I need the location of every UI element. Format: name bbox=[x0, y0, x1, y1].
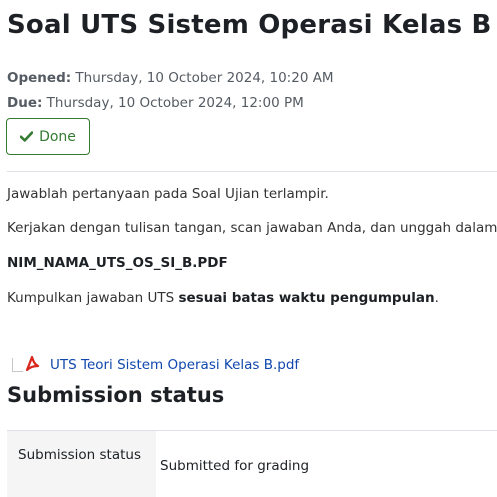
intro-line-4: Kumpulkan jawaban UTS sesuai batas waktu… bbox=[7, 290, 439, 306]
submission-status-value: Submitted for grading bbox=[160, 458, 310, 474]
submission-status-table: Submission status Submitted for grading bbox=[7, 430, 497, 497]
intro-line-4-prefix: Kumpulkan jawaban UTS bbox=[7, 290, 179, 306]
divider bbox=[7, 171, 497, 172]
opened-value: Thursday, 10 October 2024, 10:20 AM bbox=[75, 70, 334, 86]
submission-status-heading: Submission status bbox=[7, 383, 225, 407]
opened-date: Opened: Thursday, 10 October 2024, 10:20… bbox=[7, 66, 334, 91]
assignment-page: Soal UTS Sistem Operasi Kelas B Opened: … bbox=[0, 0, 497, 497]
attachment-item: UTS Teori Sistem Operasi Kelas B.pdf bbox=[12, 352, 299, 378]
check-icon bbox=[20, 131, 34, 142]
intro-line-1: Jawablah pertanyaan pada Soal Ujian terl… bbox=[7, 186, 329, 202]
due-value: Thursday, 10 October 2024, 12:00 PM bbox=[46, 95, 304, 111]
done-button[interactable]: Done bbox=[6, 118, 90, 155]
activity-dates: Opened: Thursday, 10 October 2024, 10:20… bbox=[7, 66, 334, 116]
done-label: Done bbox=[39, 128, 76, 145]
intro-line-2: Kerjakan dengan tulisan tangan, scan jaw… bbox=[7, 220, 497, 236]
pdf-icon bbox=[24, 355, 40, 376]
intro-line-4-bold: sesuai batas waktu pengumpulan bbox=[178, 290, 435, 306]
due-label: Due: bbox=[7, 95, 43, 111]
due-date: Due: Thursday, 10 October 2024, 12:00 PM bbox=[7, 91, 334, 116]
page-title: Soal UTS Sistem Operasi Kelas B bbox=[7, 10, 492, 40]
submission-status-label: Submission status bbox=[7, 431, 156, 497]
tree-connector bbox=[12, 358, 23, 372]
filename-format: NIM_NAMA_UTS_OS_SI_B.PDF bbox=[7, 255, 228, 271]
opened-label: Opened: bbox=[7, 70, 72, 86]
attachment-link[interactable]: UTS Teori Sistem Operasi Kelas B.pdf bbox=[50, 352, 299, 378]
intro-line-4-suffix: . bbox=[434, 290, 439, 306]
